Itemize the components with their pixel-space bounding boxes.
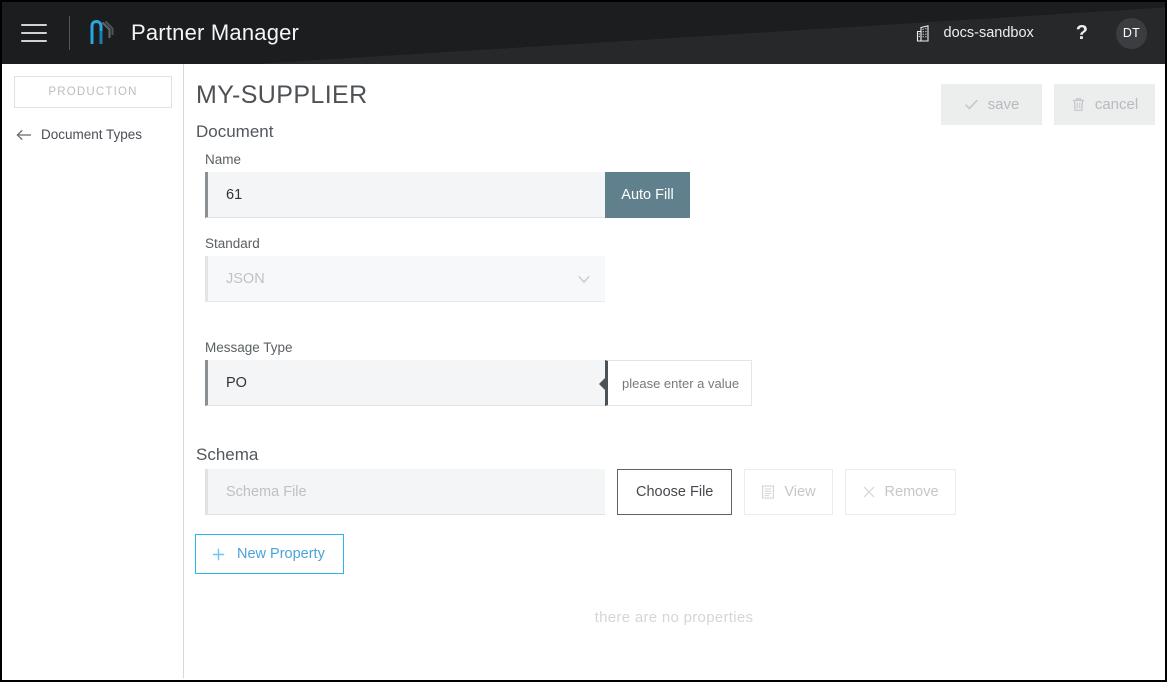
page-title: MY-SUPPLIER bbox=[196, 81, 368, 110]
cancel-button-label: cancel bbox=[1095, 96, 1138, 113]
name-field-label: Name bbox=[205, 152, 690, 167]
back-to-document-types-link[interactable]: Document Types bbox=[16, 127, 183, 142]
arrow-left-icon bbox=[16, 128, 34, 142]
organization-name: docs-sandbox bbox=[944, 25, 1034, 41]
chevron-down-icon bbox=[577, 273, 591, 285]
hamburger-menu-icon[interactable] bbox=[21, 24, 47, 42]
new-property-label: New Property bbox=[237, 546, 325, 562]
avatar[interactable]: DT bbox=[1116, 18, 1147, 49]
remove-schema-button[interactable]: Remove bbox=[845, 469, 956, 515]
organization-selector[interactable]: docs-sandbox bbox=[916, 25, 1034, 42]
message-type-validation-tooltip: please enter a value bbox=[605, 360, 752, 406]
top-navigation-bar: Partner Manager docs-sandbox ? DT bbox=[2, 2, 1165, 64]
help-icon[interactable]: ? bbox=[1076, 23, 1088, 43]
header-divider bbox=[69, 16, 70, 50]
schema-section-heading: Schema bbox=[196, 445, 258, 465]
tooltip-pointer-icon bbox=[599, 377, 606, 391]
document-section-heading: Document bbox=[196, 122, 273, 142]
check-icon bbox=[964, 97, 979, 112]
auto-fill-button[interactable]: Auto Fill bbox=[605, 172, 690, 218]
save-button-label: save bbox=[988, 96, 1020, 113]
empty-properties-message: there are no properties bbox=[185, 609, 1163, 626]
standard-field-group: Standard JSON bbox=[205, 236, 605, 302]
standard-field-label: Standard bbox=[205, 236, 605, 251]
standard-select-value: JSON bbox=[226, 271, 265, 287]
header-actions: docs-sandbox ? DT bbox=[916, 18, 1166, 49]
plus-icon bbox=[211, 547, 226, 562]
close-icon bbox=[862, 485, 876, 499]
choose-file-button[interactable]: Choose File bbox=[617, 469, 732, 515]
name-field-group: Name Auto Fill bbox=[205, 152, 690, 218]
new-property-button[interactable]: New Property bbox=[195, 534, 344, 574]
validation-message: please enter a value bbox=[622, 376, 739, 391]
message-type-field-group: Message Type please enter a value bbox=[205, 340, 752, 406]
message-type-field-label: Message Type bbox=[205, 340, 752, 355]
standard-select[interactable]: JSON bbox=[205, 256, 605, 302]
remove-button-label: Remove bbox=[885, 484, 939, 500]
save-button[interactable]: save bbox=[941, 84, 1042, 125]
partner-manager-logo bbox=[89, 19, 115, 47]
environment-badge[interactable]: PRODUCTION bbox=[14, 76, 172, 108]
brand: Partner Manager bbox=[89, 19, 299, 47]
sidebar: PRODUCTION Document Types bbox=[4, 64, 184, 678]
page-actions: save cancel bbox=[941, 84, 1155, 125]
building-icon bbox=[916, 25, 933, 42]
app-window: Partner Manager docs-sandbox ? DT PRODUC… bbox=[0, 0, 1167, 682]
schema-file-input[interactable] bbox=[205, 469, 605, 515]
message-type-input[interactable] bbox=[205, 360, 605, 406]
cancel-button[interactable]: cancel bbox=[1054, 84, 1155, 125]
name-input[interactable] bbox=[205, 172, 605, 218]
back-link-label: Document Types bbox=[41, 127, 142, 142]
app-title: Partner Manager bbox=[131, 20, 299, 46]
schema-file-row: Choose File View Remove bbox=[205, 469, 956, 515]
trash-icon bbox=[1071, 97, 1086, 112]
view-button-label: View bbox=[784, 484, 815, 500]
document-icon bbox=[761, 485, 775, 499]
main-content: MY-SUPPLIER save cancel Document bbox=[185, 64, 1163, 678]
view-schema-button[interactable]: View bbox=[744, 469, 832, 515]
